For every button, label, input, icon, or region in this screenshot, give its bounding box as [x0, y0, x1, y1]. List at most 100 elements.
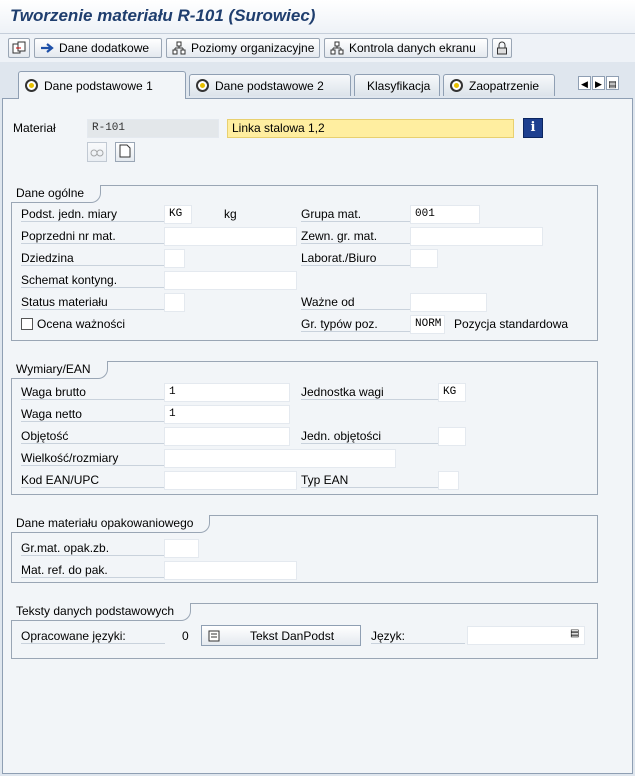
item-category-group-label: Gr. typów poz.: [301, 317, 411, 332]
language-label: Język:: [371, 629, 465, 644]
additional-text-button[interactable]: [115, 142, 135, 162]
division-field[interactable]: [164, 249, 185, 268]
info-icon[interactable]: i: [523, 118, 543, 138]
material-group-field[interactable]: 001: [410, 205, 480, 224]
group-title: Teksty danych podstawowych: [11, 603, 192, 621]
ean-type-field[interactable]: [438, 471, 459, 490]
tab-purchasing[interactable]: Zaopatrzenie: [443, 74, 555, 96]
material-number-field: R-101: [87, 119, 219, 138]
evaluation-label: Ocena ważności: [37, 317, 126, 331]
weight-unit-label: Jednostka wagi: [301, 385, 439, 400]
window-title: Tworzenie materiału R-101 (Surowiec): [10, 6, 316, 25]
hierarchy-icon: [330, 41, 344, 55]
evaluation-checkbox[interactable]: [21, 318, 33, 330]
basic-data-text-button[interactable]: Tekst DanPodst: [201, 625, 361, 646]
language-field[interactable]: [467, 626, 585, 645]
lock-button[interactable]: [492, 38, 512, 58]
tab-basic-data-1[interactable]: Dane podstawowe 1: [18, 71, 186, 99]
volume-label: Objętość: [21, 429, 165, 444]
pencil-glasses-icon: [90, 145, 104, 160]
base-uom-text: kg: [224, 207, 237, 221]
material-status-field[interactable]: [164, 293, 185, 312]
tab-label: Zaopatrzenie: [469, 78, 540, 93]
ext-material-group-label: Zewn. gr. mat.: [301, 229, 411, 244]
tab-scroll-right-icon[interactable]: ▶: [592, 76, 605, 90]
material-status-label: Status materiału: [21, 295, 165, 310]
item-category-group-field[interactable]: NORM: [410, 315, 445, 334]
item-category-text: Pozycja standardowa: [454, 317, 569, 331]
tab-panel: Materiał R-101 Linka stalowa 1,2 i Dane …: [2, 98, 633, 774]
ref-material-packaging-field[interactable]: [164, 561, 297, 580]
dimensions-ean-group: Wymiary/EAN Waga brutto 1 Jednostka wagi…: [11, 361, 598, 495]
tab-status-icon: [25, 79, 38, 92]
other-material-button[interactable]: [8, 38, 30, 58]
net-weight-label: Waga netto: [21, 407, 165, 422]
base-uom-label: Podst. jedn. miary: [21, 207, 165, 222]
base-uom-field[interactable]: KG: [164, 205, 192, 224]
additional-data-label: Dane dodatkowe: [59, 41, 150, 55]
title-bar: Tworzenie materiału R-101 (Surowiec): [0, 0, 635, 34]
valid-from-label: Ważne od: [301, 295, 411, 310]
additional-data-button[interactable]: Dane dodatkowe: [34, 38, 162, 58]
text-editor-icon: [208, 629, 222, 643]
group-title: Dane materiału opakowaniowego: [11, 515, 211, 533]
tab-strip-area: Dane podstawowe 1 Dane podstawowe 2 Klas…: [0, 66, 635, 776]
packaging-data-group: Dane materiału opakowaniowego Gr.mat. op…: [11, 515, 598, 583]
gross-weight-field[interactable]: 1: [164, 383, 290, 402]
material-label: Materiał: [13, 121, 56, 135]
general-data-group: Dane ogólne Podst. jedn. miary KG kg Gru…: [11, 185, 598, 341]
check-screen-data-label: Kontrola danych ekranu: [349, 41, 476, 55]
tab-scroll-left-icon[interactable]: ◀: [578, 76, 591, 90]
group-title: Wymiary/EAN: [11, 361, 108, 379]
gross-weight-label: Waga brutto: [21, 385, 165, 400]
lock-icon: [495, 41, 509, 55]
ref-material-packaging-label: Mat. ref. do pak.: [21, 563, 165, 578]
packaging-group-label: Gr.mat. opak.zb.: [21, 541, 165, 556]
volume-unit-field[interactable]: [438, 427, 466, 446]
tab-label: Dane podstawowe 2: [215, 78, 324, 93]
tab-basic-data-2[interactable]: Dane podstawowe 2: [189, 74, 351, 96]
group-title: Dane ogólne: [11, 185, 102, 203]
lab-office-field[interactable]: [410, 249, 438, 268]
org-levels-label: Poziomy organizacyjne: [191, 41, 315, 55]
valid-from-field[interactable]: [410, 293, 487, 312]
tab-status-icon: [196, 79, 209, 92]
volume-field[interactable]: [164, 427, 290, 446]
org-levels-button[interactable]: Poziomy organizacyjne: [166, 38, 320, 58]
check-screen-data-button[interactable]: Kontrola danych ekranu: [324, 38, 488, 58]
net-weight-field[interactable]: 1: [164, 405, 290, 424]
languages-count: 0: [182, 629, 189, 643]
tab-list-icon[interactable]: ▤: [606, 76, 619, 90]
packaging-group-field[interactable]: [164, 539, 199, 558]
volume-unit-label: Jedn. objętości: [301, 429, 439, 444]
change-text-button[interactable]: [87, 142, 107, 162]
languages-label: Opracowane języki:: [21, 629, 165, 644]
tab-navigation: ◀ ▶ ▤: [578, 76, 619, 90]
ean-upc-label: Kod EAN/UPC: [21, 473, 165, 488]
weight-unit-field[interactable]: KG: [438, 383, 466, 402]
basic-data-text-label: Tekst DanPodst: [250, 628, 335, 643]
ean-type-label: Typ EAN: [301, 473, 439, 488]
hierarchy-icon: [172, 41, 186, 55]
material-description-field[interactable]: Linka stalowa 1,2: [227, 119, 514, 138]
allocation-schema-field[interactable]: [164, 271, 297, 290]
switch-icon: [12, 41, 26, 55]
tab-classification[interactable]: Klasyfikacja: [354, 74, 440, 96]
prev-material-field[interactable]: [164, 227, 297, 246]
basic-data-texts-group: Teksty danych podstawowych Opracowane ję…: [11, 603, 598, 659]
tab-label: Klasyfikacja: [367, 78, 431, 93]
document-icon: [119, 144, 131, 161]
material-group-label: Grupa mat.: [301, 207, 411, 222]
size-dimensions-label: Wielkość/rozmiary: [21, 451, 165, 466]
ext-material-group-field[interactable]: [410, 227, 543, 246]
lab-office-label: Laborat./Biuro: [301, 251, 411, 266]
tab-status-icon: [450, 79, 463, 92]
application-toolbar: Dane dodatkowe Poziomy organizacyjne Kon…: [0, 34, 635, 62]
ean-upc-field[interactable]: [164, 471, 297, 490]
size-dimensions-field[interactable]: [164, 449, 396, 468]
allocation-schema-label: Schemat kontyng.: [21, 273, 165, 288]
list-icon[interactable]: ▤: [570, 628, 579, 639]
tab-label: Dane podstawowe 1: [44, 78, 153, 93]
arrow-right-icon: [40, 41, 54, 55]
prev-material-label: Poprzedni nr mat.: [21, 229, 165, 244]
